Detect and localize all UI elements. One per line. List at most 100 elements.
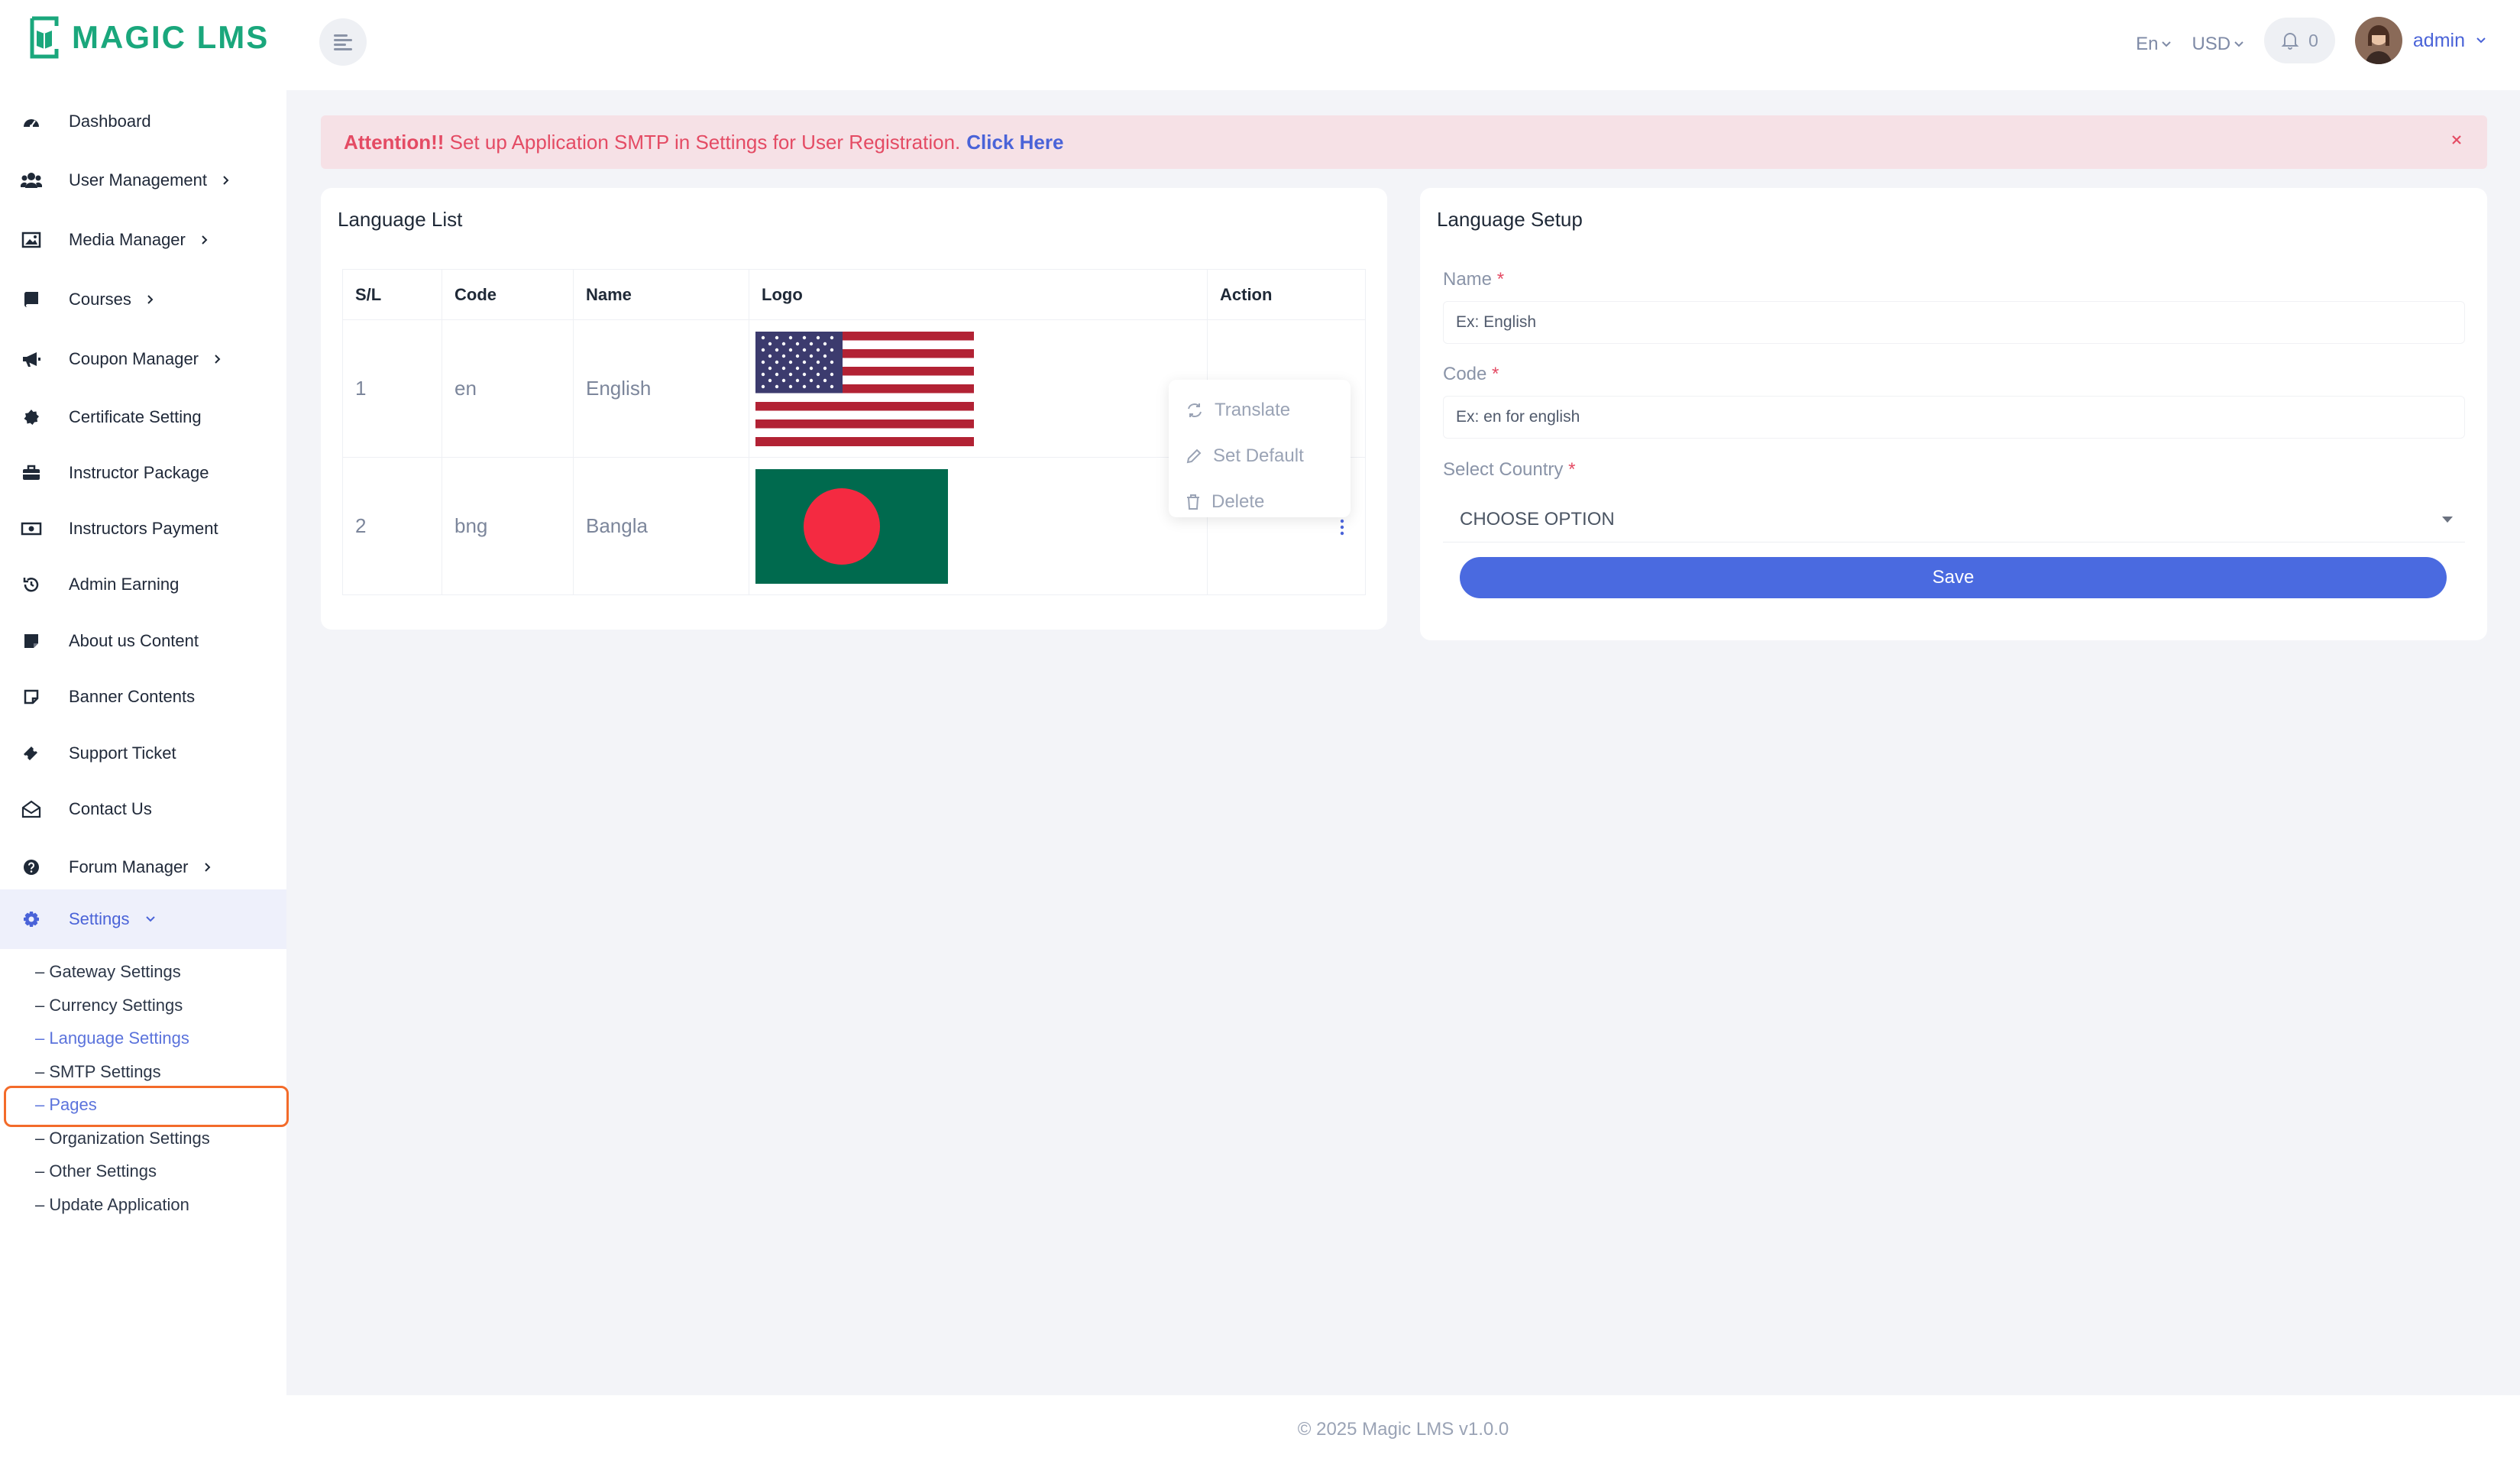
username: admin bbox=[2412, 29, 2465, 51]
chevron-down-icon bbox=[145, 915, 156, 923]
certificate-icon bbox=[20, 406, 43, 429]
action-label: Translate bbox=[1215, 400, 1291, 420]
sidebar-item-admin-earning[interactable]: Admin Earning bbox=[0, 556, 286, 613]
alert-click-here-link[interactable]: Click Here bbox=[966, 131, 1063, 154]
sidebar-item-label: Certificate Setting bbox=[69, 407, 202, 426]
action-translate[interactable]: Translate bbox=[1169, 387, 1351, 433]
footer-copyright: © 2025 Magic LMS v1.0.0 bbox=[1297, 1419, 1509, 1440]
envelope-open-icon bbox=[20, 798, 43, 821]
close-icon[interactable] bbox=[2449, 132, 2464, 147]
chevron-down-icon bbox=[2476, 37, 2486, 44]
chevron-right-icon bbox=[222, 175, 230, 186]
sidebar-item-contact-us[interactable]: Contact Us bbox=[0, 781, 286, 837]
gear-icon bbox=[20, 908, 43, 931]
smtp-alert: Attention!! Set up Application SMTP in S… bbox=[321, 115, 2487, 169]
sidebar-subitem-smtp-settings[interactable]: – SMTP Settings bbox=[35, 1057, 161, 1087]
question-circle-icon bbox=[20, 856, 43, 879]
app-logo[interactable]: MAGIC LMS bbox=[26, 15, 269, 60]
sidebar-subitem-other-settings[interactable]: – Other Settings bbox=[35, 1156, 157, 1187]
language-value: En bbox=[2136, 34, 2159, 54]
save-button[interactable]: Save bbox=[1460, 557, 2447, 598]
notification-count: 0 bbox=[2308, 30, 2318, 50]
row-logo bbox=[749, 457, 1208, 595]
avatar bbox=[2354, 17, 2402, 64]
history-icon bbox=[20, 573, 43, 596]
sidebar-item-instructor-package[interactable]: Instructor Package bbox=[0, 445, 286, 501]
sidebar-item-about-us-content[interactable]: About us Content bbox=[0, 613, 286, 669]
menu-toggle-button[interactable] bbox=[319, 18, 367, 66]
row-sl: 2 bbox=[342, 457, 442, 595]
image-icon bbox=[20, 228, 43, 251]
sidebar-item-settings[interactable]: Settings bbox=[0, 889, 286, 949]
sidebar-item-label: Courses bbox=[69, 290, 131, 309]
sync-icon bbox=[1186, 402, 1204, 419]
sticky-note-icon bbox=[20, 685, 43, 708]
name-input[interactable] bbox=[1443, 301, 2465, 344]
logo-text: MAGIC LMS bbox=[72, 19, 270, 55]
action-set-default[interactable]: Set Default bbox=[1169, 433, 1351, 479]
users-icon bbox=[20, 169, 43, 192]
menu-lines-icon bbox=[333, 33, 353, 51]
trash-icon bbox=[1186, 494, 1201, 510]
sidebar-item-label: Banner Contents bbox=[69, 687, 196, 706]
note-icon bbox=[20, 630, 43, 653]
row-code: en bbox=[442, 319, 574, 458]
sidebar-item-banner-contents[interactable]: Banner Contents bbox=[0, 669, 286, 725]
sidebar-item-forum-manager[interactable]: Forum Manager bbox=[0, 839, 286, 896]
sidebar-item-coupon-manager[interactable]: Coupon Manager bbox=[0, 331, 286, 387]
kebab-menu-icon[interactable] bbox=[1339, 518, 1345, 536]
alert-prefix: Attention!! bbox=[344, 130, 445, 154]
ticket-icon bbox=[20, 742, 43, 765]
column-header-name: Name bbox=[573, 269, 749, 320]
language-list-title: Language List bbox=[338, 208, 463, 231]
country-select-value: CHOOSE OPTION bbox=[1460, 508, 1615, 530]
sidebar-item-label: Instructor Package bbox=[69, 463, 209, 482]
sidebar-subitem-update-application[interactable]: – Update Application bbox=[35, 1190, 189, 1220]
sidebar-item-label: Support Ticket bbox=[69, 743, 176, 763]
sidebar-item-label: About us Content bbox=[69, 631, 199, 650]
notification-button[interactable]: 0 bbox=[2264, 18, 2335, 63]
sidebar-subitem-gateway-settings[interactable]: – Gateway Settings bbox=[35, 957, 181, 987]
top-bar: MAGIC LMS En USD 0 admin bbox=[0, 0, 2520, 90]
language-setup-title: Language Setup bbox=[1437, 208, 1583, 231]
sidebar-item-dashboard[interactable]: Dashboard bbox=[0, 93, 286, 150]
sidebar-item-courses[interactable]: Courses bbox=[0, 271, 286, 328]
chevron-right-icon bbox=[204, 862, 212, 873]
row-code: bng bbox=[442, 457, 574, 595]
currency-dropdown[interactable]: USD bbox=[2192, 26, 2244, 55]
header-actions: En USD 0 admin bbox=[2136, 15, 2486, 66]
megaphone-icon bbox=[20, 348, 43, 371]
user-menu[interactable]: admin bbox=[2354, 17, 2486, 64]
required-mark: * bbox=[1492, 364, 1499, 384]
logo-icon bbox=[26, 15, 63, 60]
column-header-sl: S/L bbox=[342, 269, 442, 320]
action-label: Set Default bbox=[1213, 445, 1304, 466]
chevron-down-icon bbox=[2161, 40, 2172, 48]
sidebar-item-certificate-setting[interactable]: Certificate Setting bbox=[0, 389, 286, 445]
row-name: English bbox=[573, 319, 749, 458]
sidebar-item-label: Admin Earning bbox=[69, 575, 180, 594]
sidebar-subitem-language-settings[interactable]: – Language Settings bbox=[35, 1023, 189, 1054]
sidebar-item-support-ticket[interactable]: Support Ticket bbox=[0, 725, 286, 782]
action-dropdown-menu: Translate Set Default Delete bbox=[1169, 380, 1351, 517]
sidebar-subitem-organization-settings[interactable]: – Organization Settings bbox=[35, 1123, 210, 1154]
language-dropdown[interactable]: En bbox=[2136, 26, 2172, 55]
sidebar-item-label: Coupon Manager bbox=[69, 349, 199, 368]
required-mark: * bbox=[1568, 459, 1576, 480]
sidebar-item-instructors-payment[interactable]: Instructors Payment bbox=[0, 500, 286, 557]
sidebar-item-media-manager[interactable]: Media Manager bbox=[0, 212, 286, 268]
pages-highlight-box bbox=[4, 1086, 289, 1127]
action-delete[interactable]: Delete bbox=[1169, 479, 1351, 525]
country-label-text: Select Country bbox=[1443, 459, 1564, 480]
sidebar-item-label: Settings bbox=[69, 909, 130, 928]
country-select[interactable]: CHOOSE OPTION bbox=[1443, 497, 2465, 543]
dashboard-icon bbox=[20, 110, 43, 133]
sidebar-item-user-management[interactable]: User Management bbox=[0, 152, 286, 209]
footer: © 2025 Magic LMS v1.0.0 bbox=[286, 1395, 2520, 1464]
sidebar-item-label: Contact Us bbox=[69, 799, 152, 818]
sidebar-item-label: User Management bbox=[69, 170, 207, 189]
caret-down-icon bbox=[2442, 517, 2453, 523]
column-header-code: Code bbox=[442, 269, 574, 320]
code-input[interactable] bbox=[1443, 396, 2465, 439]
sidebar-subitem-currency-settings[interactable]: – Currency Settings bbox=[35, 990, 183, 1021]
